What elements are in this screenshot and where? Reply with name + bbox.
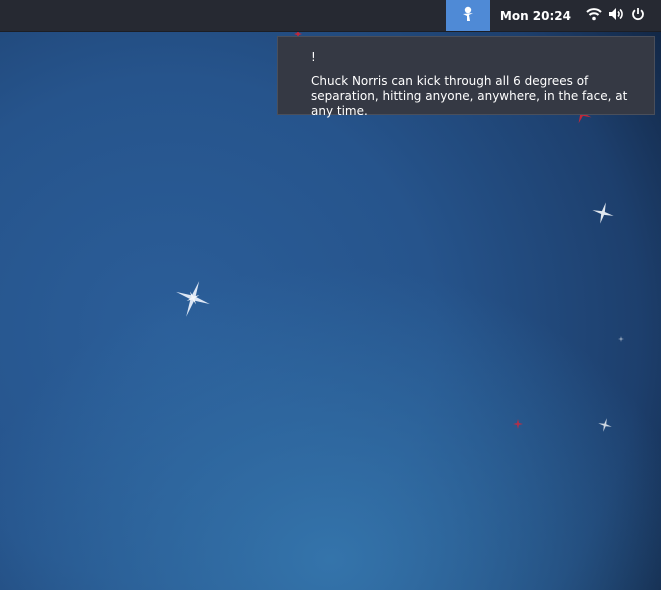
notification-indicator-icon — [461, 6, 475, 26]
star-small — [592, 202, 614, 224]
notification-indicator-button[interactable] — [445, 0, 490, 31]
clock[interactable]: Mon 20:24 — [490, 9, 583, 23]
power-icon — [631, 6, 645, 25]
notification-title: ! — [311, 50, 316, 64]
star-large — [176, 281, 210, 317]
top-panel: Mon 20:24 — [0, 0, 661, 32]
star-red — [513, 419, 523, 429]
volume-button[interactable] — [605, 0, 627, 31]
wifi-button[interactable] — [583, 0, 605, 31]
volume-icon — [608, 6, 624, 25]
notification-banner[interactable]: ! Chuck Norris can kick through all 6 de… — [277, 36, 655, 118]
star-tiny — [618, 336, 624, 342]
star-small — [598, 418, 612, 432]
power-button[interactable] — [627, 0, 649, 31]
wifi-icon — [586, 6, 602, 25]
notification-body: Chuck Norris can kick through all 6 degr… — [311, 74, 628, 118]
